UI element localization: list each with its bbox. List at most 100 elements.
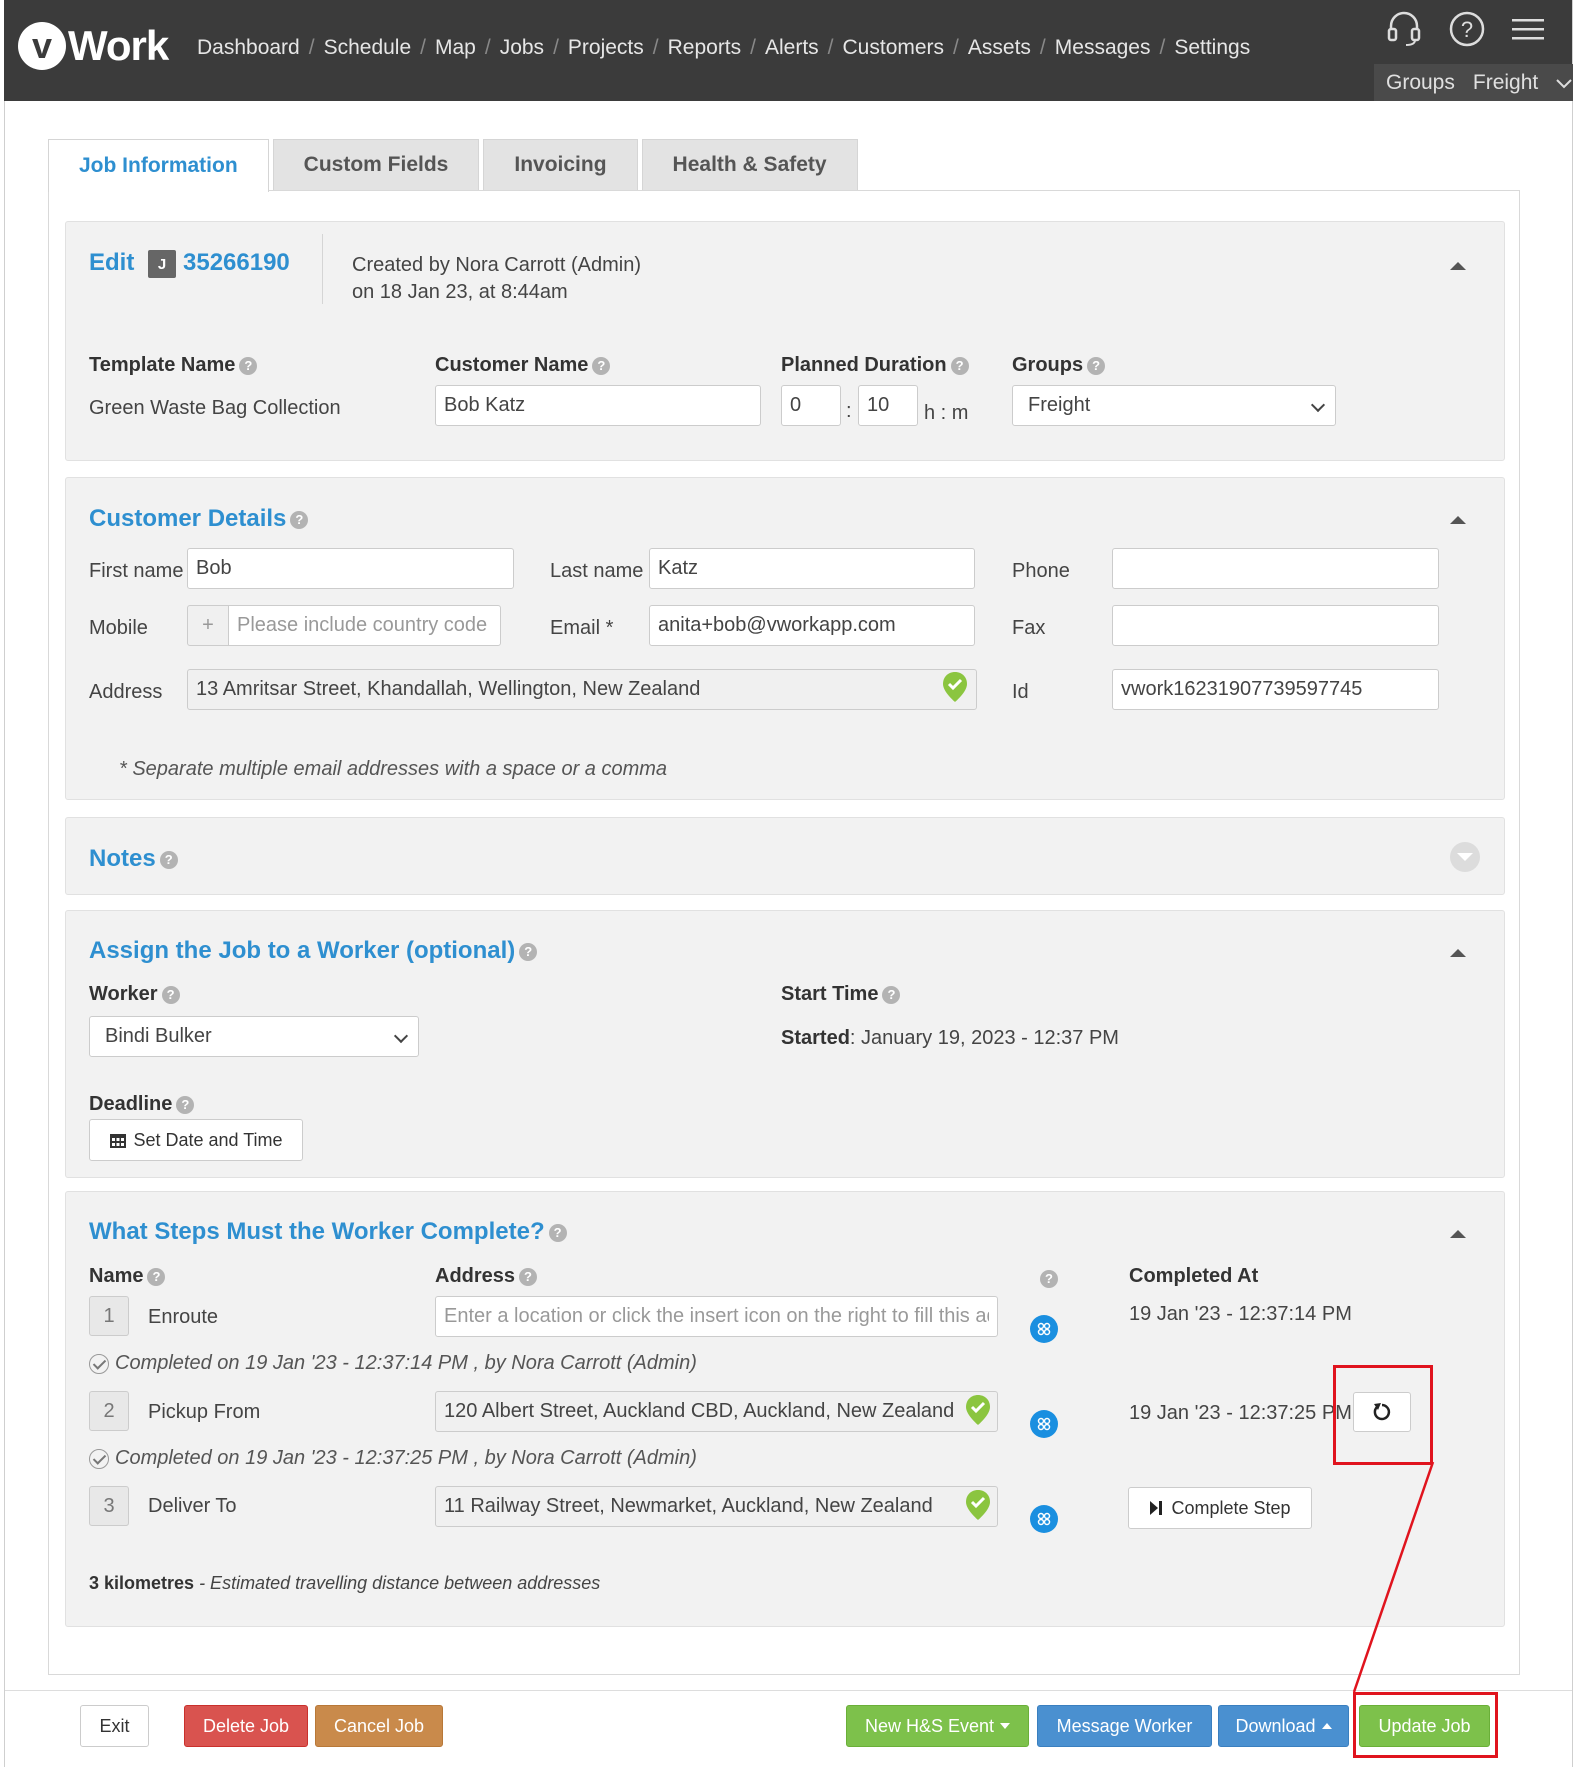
help-icon[interactable]: ?	[147, 1267, 166, 1286]
set-date-time-button[interactable]: Set Date and Time	[89, 1119, 303, 1161]
nav-item-schedule[interactable]: Schedule	[324, 36, 412, 60]
caret-down-icon	[1000, 1723, 1011, 1729]
nav-separator: /	[484, 36, 491, 59]
nav-item-dashboard[interactable]: Dashboard	[197, 36, 300, 60]
worker-select[interactable]: Bindi Bulker	[89, 1016, 419, 1057]
hamburger-menu-icon[interactable]	[1512, 17, 1544, 41]
insert-location-icon[interactable]	[1030, 1505, 1058, 1533]
help-icon[interactable]: ?	[519, 942, 538, 961]
headset-icon[interactable]	[1386, 10, 1422, 48]
groups-select[interactable]: Freight	[1012, 385, 1336, 426]
last-name-input[interactable]	[649, 548, 975, 589]
duration-minutes-input[interactable]	[858, 385, 918, 426]
tab-custom-fields[interactable]: Custom Fields	[272, 139, 480, 190]
customer-id-input[interactable]	[1112, 669, 1439, 710]
expand-notes-panel[interactable]	[1450, 842, 1480, 872]
insert-help: ?	[1036, 1267, 1058, 1290]
top-icons: ?	[1386, 10, 1544, 48]
highlight-box-update	[1353, 1692, 1498, 1758]
planned-duration-label: Planned Duration?	[781, 354, 969, 377]
collapse-customer-panel[interactable]	[1450, 516, 1466, 524]
mobile-country-prefix[interactable]: +	[187, 605, 229, 646]
group-selector[interactable]: Groups Freight	[1374, 64, 1573, 101]
tab-job-information[interactable]: Job Information	[48, 139, 269, 192]
first-name-label: First name	[89, 560, 184, 582]
nav-separator: /	[553, 36, 559, 59]
nav-separator: /	[308, 36, 315, 59]
address-input[interactable]	[187, 669, 977, 710]
notes-title: Notes?	[89, 845, 178, 873]
step-name: Deliver To	[148, 1495, 237, 1517]
help-icon[interactable]: ?	[161, 985, 180, 1004]
customer-name-label: Customer Name?	[435, 354, 611, 377]
help-icon[interactable]: ?	[519, 1267, 538, 1286]
groups-field-label: Groups?	[1012, 354, 1106, 377]
nav-item-customers[interactable]: Customers	[843, 36, 945, 60]
collapse-assign-panel[interactable]	[1450, 949, 1466, 957]
highlight-box-undo	[1333, 1365, 1433, 1465]
job-type-badge: J	[148, 250, 176, 278]
collapse-edit-panel[interactable]	[1450, 262, 1466, 270]
fax-input[interactable]	[1112, 605, 1439, 646]
step-name: Pickup From	[148, 1401, 261, 1423]
completed-at-header: Completed At	[1129, 1265, 1259, 1287]
help-icon[interactable]: ?	[548, 1223, 567, 1242]
collapse-steps-panel[interactable]	[1450, 1230, 1466, 1238]
step-address-input[interactable]	[435, 1391, 998, 1432]
help-icon[interactable]: ?	[239, 356, 258, 375]
delete-job-button[interactable]: Delete Job	[184, 1705, 308, 1747]
tab-invoicing[interactable]: Invoicing	[483, 139, 638, 190]
help-icon[interactable]: ?	[159, 850, 178, 869]
mobile-input[interactable]	[228, 605, 501, 646]
step-number: 3	[89, 1486, 129, 1526]
help-icon[interactable]: ?	[1087, 356, 1106, 375]
groups-label: Groups	[1386, 70, 1455, 94]
nav-separator: /	[827, 36, 834, 59]
insert-location-icon[interactable]	[1030, 1315, 1058, 1343]
help-icon[interactable]: ?	[1040, 1269, 1058, 1288]
complete-step-button[interactable]: Complete Step	[1128, 1487, 1312, 1529]
nav-item-settings[interactable]: Settings	[1174, 36, 1250, 60]
help-icon[interactable]: ?	[176, 1095, 195, 1114]
step-address-input[interactable]	[435, 1486, 998, 1527]
help-icon[interactable]: ?	[882, 985, 901, 1004]
nav-item-assets[interactable]: Assets	[968, 36, 1031, 60]
exit-button[interactable]: Exit	[80, 1705, 149, 1747]
duration-unit: h : m	[924, 402, 969, 424]
email-input[interactable]	[649, 605, 975, 646]
help-icon[interactable]: ?	[290, 510, 309, 529]
nav-item-map[interactable]: Map	[435, 36, 476, 60]
nav-item-jobs[interactable]: Jobs	[500, 36, 544, 60]
step-name: Enroute	[148, 1306, 219, 1328]
customer-name-input[interactable]	[435, 385, 761, 426]
step-completed-at: 19 Jan '23 - 12:37:25 PM	[1129, 1402, 1352, 1424]
assign-worker-panel: Assign the Job to a Worker (optional)? W…	[65, 910, 1505, 1178]
duration-hours-input[interactable]	[781, 385, 841, 426]
step-address-input[interactable]	[435, 1296, 998, 1337]
cancel-job-button[interactable]: Cancel Job	[315, 1705, 443, 1747]
tab-health-safety[interactable]: Health & Safety	[641, 139, 858, 190]
insert-location-icon[interactable]	[1030, 1410, 1058, 1438]
download-button[interactable]: Download	[1218, 1705, 1349, 1747]
new-hs-event-button[interactable]: New H&S Event	[846, 1705, 1029, 1747]
nav-item-projects[interactable]: Projects	[568, 36, 644, 60]
check-circle-icon	[89, 1448, 109, 1469]
nav-separator: /	[750, 36, 756, 59]
phone-input[interactable]	[1112, 548, 1439, 589]
help-icon[interactable]: ?	[950, 356, 969, 375]
svg-text:?: ?	[1461, 17, 1473, 42]
id-label: Id	[1012, 681, 1029, 703]
nav-item-messages[interactable]: Messages	[1055, 36, 1151, 60]
nav-item-alerts[interactable]: Alerts	[765, 36, 819, 60]
nav-item-reports[interactable]: Reports	[668, 36, 742, 60]
email-label: Email *	[550, 617, 614, 639]
message-worker-button[interactable]: Message Worker	[1037, 1705, 1212, 1747]
first-name-input[interactable]	[187, 548, 514, 589]
step-forward-icon	[1150, 1501, 1163, 1515]
help-icon[interactable]: ?	[592, 356, 611, 375]
vwork-logo[interactable]: v Work	[18, 22, 169, 70]
chevron-down-icon	[1556, 71, 1572, 95]
email-hint: * Separate multiple email addresses with…	[119, 758, 668, 780]
duration-separator: :	[846, 400, 852, 422]
help-circle-icon[interactable]: ?	[1448, 10, 1486, 48]
